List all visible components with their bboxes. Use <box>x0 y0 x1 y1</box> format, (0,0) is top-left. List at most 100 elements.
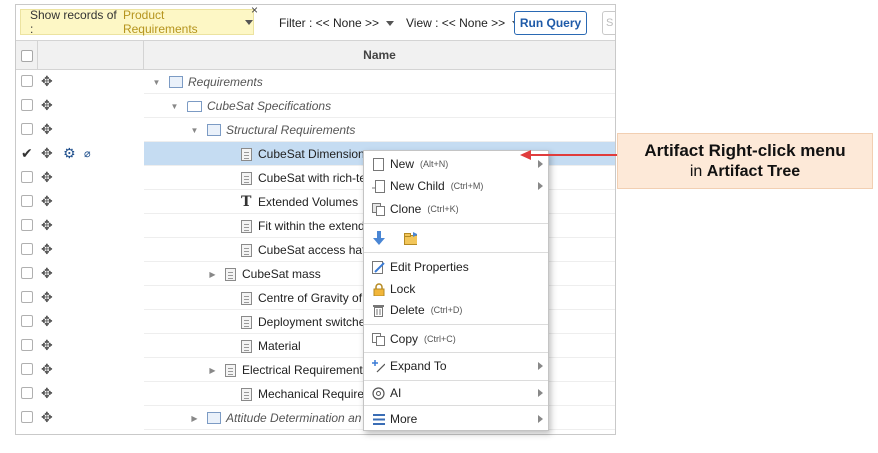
drag-handle-icon[interactable]: ✥ <box>41 361 53 377</box>
tree-node-label: Material <box>258 339 301 353</box>
row-checkbox[interactable] <box>21 75 33 87</box>
drag-handle-icon[interactable]: ✥ <box>41 169 53 185</box>
new-child-icon <box>372 179 385 193</box>
menu-item-lock[interactable]: Lock <box>364 278 548 300</box>
lock-status-icon[interactable]: ⌀ <box>84 146 91 162</box>
menu-shortcut: (Ctrl+M) <box>450 181 484 191</box>
edit-properties-icon <box>372 260 385 274</box>
menu-item-label: Clone <box>390 202 422 216</box>
gear-icon[interactable]: ⚙ <box>63 145 76 161</box>
collapse-icon[interactable]: ▼ <box>170 102 179 111</box>
toolbar: Show records of : Product Requirements ×… <box>16 5 615 40</box>
document-icon <box>241 219 252 233</box>
menu-item-more[interactable]: More <box>364 408 548 430</box>
search-input[interactable]: S <box>602 11 615 35</box>
drag-handle-icon[interactable]: ✥ <box>41 409 53 425</box>
filter-dropdown[interactable]: Filter : << None >> <box>279 16 395 30</box>
drag-handle-icon[interactable]: ✥ <box>41 337 53 353</box>
document-icon <box>241 243 252 257</box>
view-dropdown[interactable]: View : << None >> <box>406 16 521 30</box>
expand-to-icon <box>372 359 385 373</box>
drag-handle-icon[interactable]: ✥ <box>41 73 53 89</box>
ai-icon <box>372 386 385 400</box>
menu-item-label: More <box>390 412 418 426</box>
row-checkbox[interactable] <box>21 291 33 303</box>
column-divider <box>37 41 38 69</box>
row-checkbox[interactable] <box>21 339 33 351</box>
tree-node-label: CubeSat with rich-text <box>258 171 376 185</box>
name-cell[interactable]: ▼ Requirements <box>144 70 615 94</box>
name-column-header[interactable]: Name <box>144 41 615 69</box>
tree-node: ▼ Requirements <box>152 70 263 94</box>
expand-icon[interactable]: ▶ <box>190 414 199 423</box>
row-checkbox[interactable] <box>21 243 33 255</box>
move-down-icon[interactable] <box>372 231 385 245</box>
drag-handle-icon[interactable]: ✥ <box>41 193 53 209</box>
tree-node-label: Requirements <box>188 75 263 89</box>
select-all-checkbox[interactable] <box>21 50 33 62</box>
menu-item-label: Copy <box>390 332 419 346</box>
drag-handle-icon[interactable]: ✥ <box>41 145 53 161</box>
row-checkbox[interactable] <box>21 219 33 231</box>
row-checkbox[interactable] <box>21 195 33 207</box>
tree-node: Centre of Gravity of Cu <box>224 286 381 310</box>
row-checkbox[interactable] <box>21 363 33 375</box>
menu-separator <box>364 352 548 353</box>
drag-handle-icon[interactable]: ✥ <box>41 289 53 305</box>
row-checkbox[interactable] <box>21 123 33 135</box>
drag-handle-icon[interactable]: ✥ <box>41 265 53 281</box>
document-icon <box>225 363 236 377</box>
drag-handle-icon[interactable]: ✥ <box>41 241 53 257</box>
name-cell[interactable]: ▼ CubeSat Specifications <box>144 94 615 118</box>
menu-item-ai[interactable]: AI <box>364 382 548 404</box>
tree-node-label: CubeSat Dimensions <box>258 147 371 161</box>
menu-item-delete[interactable]: Delete (Ctrl+D) <box>364 299 548 321</box>
menu-item-label: New Child <box>390 179 445 193</box>
drag-handle-icon[interactable]: ✥ <box>41 217 53 233</box>
folder-move-icon[interactable] <box>404 231 417 245</box>
drag-handle-icon[interactable]: ✥ <box>41 121 53 137</box>
document-icon <box>241 339 252 353</box>
expand-icon[interactable]: ▶ <box>208 366 217 375</box>
callout-title: Artifact Right-click menu <box>644 141 846 160</box>
row-checkbox[interactable] <box>21 267 33 279</box>
folder-open-icon <box>187 100 202 112</box>
row-checkbox[interactable] <box>21 315 33 327</box>
tree-node: CubeSat access hatche <box>224 238 385 262</box>
row-checkbox[interactable] <box>21 411 33 423</box>
menu-item-clone[interactable]: Clone (Ctrl+K) <box>364 198 548 220</box>
row-checkbox[interactable] <box>21 99 33 111</box>
menu-item-copy[interactable]: Copy (Ctrl+C) <box>364 328 548 350</box>
trash-icon <box>372 303 385 317</box>
tree-node: CubeSat with rich-text <box>224 166 375 190</box>
row-checkbox[interactable] <box>21 171 33 183</box>
run-query-button[interactable]: Run Query <box>514 11 587 35</box>
tree-row[interactable]: ✥ ▼ Requirements <box>16 70 615 94</box>
row-checkbox[interactable]: ✔ <box>21 146 33 160</box>
tree-row[interactable]: ✥ ▼ CubeSat Specifications <box>16 94 615 118</box>
callout-prefix: in <box>689 163 703 180</box>
drag-handle-icon[interactable]: ✥ <box>41 313 53 329</box>
submenu-arrow-icon <box>538 389 543 397</box>
tree-row[interactable]: ✥ ▼ Structural Requirements <box>16 118 615 142</box>
submenu-arrow-icon <box>538 160 543 168</box>
menu-item-edit-properties[interactable]: Edit Properties <box>364 256 548 278</box>
expand-icon[interactable]: ▶ <box>208 270 217 279</box>
close-icon[interactable]: × <box>251 5 258 17</box>
collapse-icon[interactable]: ▼ <box>152 78 161 87</box>
callout-pointer-arrow-icon <box>520 150 618 160</box>
show-records-dropdown[interactable]: Show records of : Product Requirements <box>20 8 254 36</box>
drag-handle-icon[interactable]: ✥ <box>41 385 53 401</box>
tree-node-label: CubeSat Specifications <box>207 99 332 113</box>
tree-node: T Extended Volumes <box>224 190 358 214</box>
menu-item-new-child[interactable]: New Child (Ctrl+M) <box>364 175 548 197</box>
name-cell[interactable]: ▼ Structural Requirements <box>144 118 615 142</box>
menu-item-expand-to[interactable]: Expand To <box>364 355 548 377</box>
menu-separator <box>364 324 548 325</box>
drag-handle-icon[interactable]: ✥ <box>41 97 53 113</box>
row-checkbox[interactable] <box>21 387 33 399</box>
collapse-icon[interactable]: ▼ <box>190 126 199 135</box>
submenu-arrow-icon <box>538 362 543 370</box>
tree-node: ▼ CubeSat Specifications <box>170 94 332 118</box>
tree-node-label: CubeSat mass <box>242 267 321 281</box>
